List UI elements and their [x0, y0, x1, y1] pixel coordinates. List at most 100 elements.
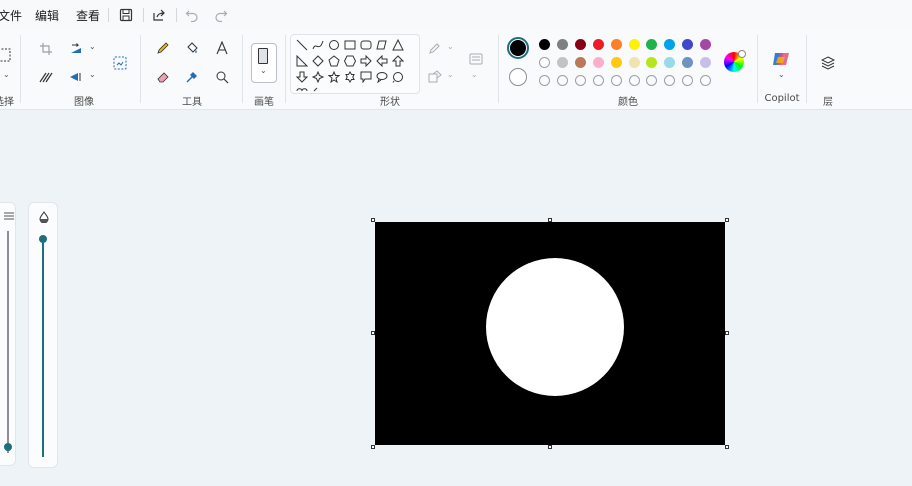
down-arrow-shape-icon[interactable] — [295, 70, 309, 84]
flip-icon[interactable] — [66, 67, 86, 87]
fill-bucket-icon[interactable] — [182, 38, 202, 58]
chevron-down-icon[interactable]: ⌄ — [471, 70, 478, 79]
custom-color-slot[interactable] — [628, 75, 640, 86]
up-arrow-shape-icon[interactable] — [391, 54, 405, 68]
palette-swatch[interactable] — [682, 39, 694, 50]
palette-swatch[interactable] — [700, 39, 712, 50]
opacity-slider-track[interactable] — [42, 243, 44, 457]
primary-color-button[interactable] — [507, 37, 529, 59]
rotate-icon[interactable] — [66, 39, 86, 59]
palette-swatch[interactable] — [539, 39, 550, 50]
rect-callout-shape-icon[interactable] — [359, 70, 373, 84]
custom-color-slot[interactable] — [700, 75, 712, 86]
palette-swatch[interactable] — [664, 57, 676, 68]
custom-color-slot[interactable] — [610, 75, 622, 86]
chevron-down-icon[interactable]: ⌄ — [3, 70, 10, 79]
pentagon-shape-icon[interactable] — [327, 54, 341, 68]
palette-swatch[interactable] — [646, 39, 658, 50]
chevron-down-icon[interactable]: ⌄ — [89, 42, 96, 51]
copilot-icon[interactable] — [771, 49, 791, 69]
canvas-resize-handle-tr[interactable] — [725, 218, 729, 222]
canvas-resize-handle-r[interactable] — [725, 331, 729, 335]
four-point-star-shape-icon[interactable] — [311, 70, 325, 84]
menu-view[interactable]: 查看 — [76, 7, 100, 24]
rectangle-shape-icon[interactable] — [343, 38, 357, 52]
hexagon-shape-icon[interactable] — [343, 54, 357, 68]
chevron-down-icon[interactable]: ⌄ — [778, 70, 785, 79]
custom-color-slot[interactable] — [646, 75, 658, 86]
right-triangle-shape-icon[interactable] — [295, 54, 309, 68]
size-slider-track[interactable] — [7, 231, 9, 453]
color-picker-icon[interactable] — [182, 67, 202, 87]
canvas-resize-handle-t[interactable] — [548, 218, 552, 222]
palette-swatch[interactable] — [610, 57, 622, 68]
eraser-icon[interactable] — [153, 67, 173, 87]
undo-icon[interactable] — [183, 6, 201, 24]
palette-swatch[interactable] — [700, 57, 712, 68]
custom-color-slot[interactable] — [664, 75, 676, 86]
palette-swatch[interactable] — [628, 57, 640, 68]
canvas-resize-handle-br[interactable] — [725, 445, 729, 449]
palette-swatch[interactable] — [574, 57, 586, 68]
custom-color-slot[interactable] — [574, 75, 586, 86]
chevron-down-icon[interactable]: ⌄ — [447, 42, 454, 51]
palette-swatch[interactable] — [610, 39, 622, 50]
image-resize-icon[interactable] — [110, 53, 130, 73]
cloud-callout-shape-icon[interactable] — [391, 70, 405, 84]
canvas-resize-handle-bl[interactable] — [371, 445, 375, 449]
diamond-shape-icon[interactable] — [311, 54, 325, 68]
five-point-star-shape-icon[interactable] — [327, 70, 341, 84]
menu-file[interactable]: 文件 — [0, 7, 22, 24]
palette-swatch[interactable] — [574, 39, 586, 50]
secondary-color-button[interactable] — [509, 68, 527, 86]
palette-swatch[interactable] — [592, 57, 604, 68]
pencil-icon[interactable] — [153, 38, 173, 58]
line-shape-icon[interactable] — [295, 38, 309, 52]
canvas-resize-handle-l[interactable] — [371, 331, 375, 335]
custom-color-slot[interactable] — [539, 75, 550, 86]
chevron-down-icon[interactable]: ⌄ — [447, 70, 454, 79]
shape-fill-icon[interactable] — [425, 67, 445, 87]
palette-swatch[interactable] — [592, 39, 604, 50]
oval-callout-shape-icon[interactable] — [375, 70, 389, 84]
palette-swatch[interactable] — [556, 57, 568, 68]
chevron-down-icon[interactable]: ⌄ — [89, 70, 96, 79]
select-rect-icon[interactable] — [0, 45, 14, 65]
lightning-shape-icon[interactable] — [311, 86, 325, 93]
stroke-size-icon[interactable] — [466, 49, 486, 69]
custom-color-slot[interactable] — [682, 75, 694, 86]
triangle-shape-icon[interactable] — [391, 38, 405, 52]
size-slider-thumb[interactable] — [4, 443, 12, 451]
palette-swatch[interactable] — [664, 39, 676, 50]
left-arrow-shape-icon[interactable] — [375, 54, 389, 68]
magnifier-icon[interactable] — [212, 67, 232, 87]
resize-pattern-icon[interactable] — [36, 67, 56, 87]
edit-colors-icon[interactable] — [724, 50, 746, 72]
text-icon[interactable] — [212, 38, 232, 58]
palette-swatch[interactable] — [539, 57, 550, 68]
outline-icon[interactable] — [425, 39, 445, 59]
right-arrow-shape-icon[interactable] — [359, 54, 373, 68]
palette-swatch[interactable] — [682, 57, 694, 68]
canvas-resize-handle-tl[interactable] — [371, 218, 375, 222]
palette-swatch[interactable] — [628, 39, 640, 50]
palette-swatch[interactable] — [646, 57, 658, 68]
canvas-resize-handle-b[interactable] — [548, 445, 552, 449]
drawing-canvas[interactable] — [375, 222, 725, 445]
layers-icon[interactable] — [818, 53, 838, 73]
polygon-shape-icon[interactable] — [375, 38, 389, 52]
save-icon[interactable] — [117, 6, 135, 24]
crop-icon[interactable] — [36, 39, 56, 59]
heart-shape-icon[interactable] — [295, 86, 309, 93]
six-point-star-shape-icon[interactable] — [343, 70, 357, 84]
menu-edit[interactable]: 编辑 — [35, 7, 59, 24]
custom-color-slot[interactable] — [556, 75, 568, 86]
curve-shape-icon[interactable] — [311, 38, 325, 52]
oval-shape-icon[interactable] — [327, 38, 341, 52]
redo-icon[interactable] — [212, 6, 230, 24]
custom-color-slot[interactable] — [592, 75, 604, 86]
palette-swatch[interactable] — [556, 39, 568, 50]
share-icon[interactable] — [150, 6, 168, 24]
opacity-slider-thumb[interactable] — [39, 235, 47, 243]
brush-button[interactable]: ⌄ — [251, 43, 277, 83]
